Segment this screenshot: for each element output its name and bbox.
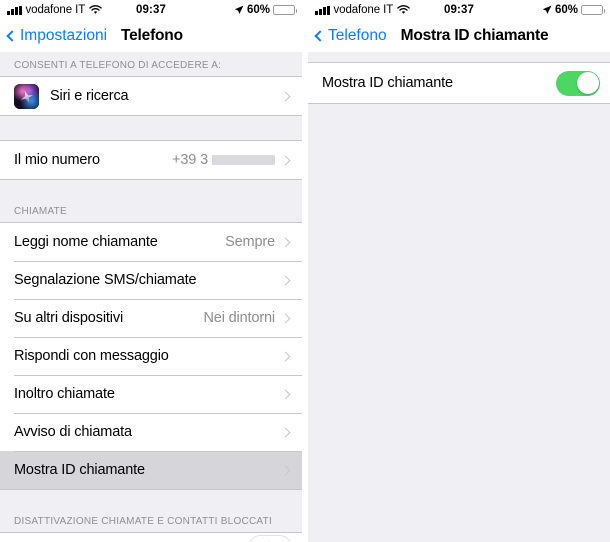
settings-row-segnalazione-sms-chiamate[interactable]: Segnalazione SMS/chiamate (0, 261, 302, 299)
row-label: Mostra ID chiamante (14, 462, 145, 478)
row-label: Siri e ricerca (50, 88, 129, 104)
battery-icon (581, 5, 605, 15)
settings-row-mostra-id-chiamante[interactable]: Mostra ID chiamante (0, 451, 302, 489)
toggle-switch-off[interactable] (248, 535, 292, 542)
row-value-phone-number: +39 3 (172, 152, 275, 168)
redaction-bar (212, 155, 275, 165)
row-label: Mostra ID chiamante (322, 75, 453, 91)
page-title: Mostra ID chiamante (400, 27, 549, 44)
status-bar-right-group: 60% (234, 0, 297, 20)
settings-list-right: Mostra ID chiamante (308, 52, 610, 542)
chevron-right-icon (280, 275, 291, 285)
chevron-right-icon (280, 155, 291, 165)
chevron-right-icon (280, 351, 291, 361)
chevron-right-icon (280, 91, 291, 101)
left-phone-screen: vodafone IT 09:37 60% Impostazioni Telef… (0, 0, 305, 542)
chevron-right-icon (280, 313, 291, 323)
settings-group-numero: Il mio numero +39 3 (0, 140, 302, 180)
battery-percent-label: 60% (246, 4, 270, 16)
settings-group-disattivazione (0, 532, 302, 542)
row-label: Avviso di chiamata (14, 424, 132, 440)
back-button-telefono[interactable]: Telefono (314, 27, 387, 45)
battery-percent-label: 60% (554, 4, 578, 16)
section-header-chiamate: CHIAMATE (14, 206, 67, 217)
chevron-right-icon (280, 465, 291, 475)
siri-icon (14, 83, 39, 109)
settings-row-inoltro-chiamate[interactable]: Inoltro chiamate (0, 375, 302, 413)
chevron-left-icon (314, 30, 326, 42)
row-label: Inoltro chiamate (14, 386, 115, 402)
phone-number-prefix: +39 3 (172, 152, 208, 168)
dual-screenshot-container: vodafone IT 09:37 60% Impostazioni Telef… (0, 0, 610, 542)
row-label: Il mio numero (14, 152, 100, 168)
status-bar-right-group: 60% (542, 0, 605, 20)
right-phone-screen: vodafone IT 09:37 60% Telefono Mostra ID… (305, 0, 610, 542)
back-button-label: Telefono (328, 27, 387, 44)
row-label: Segnalazione SMS/chiamate (14, 272, 197, 288)
battery-icon (273, 5, 297, 15)
settings-group-siri: Siri e ricerca (0, 76, 302, 116)
nav-bar-left: Impostazioni Telefono (0, 20, 302, 52)
settings-row-partial-toggle[interactable] (0, 533, 302, 542)
nav-bar-right: Telefono Mostra ID chiamante (308, 20, 610, 52)
row-value: Nei dintorni (203, 310, 275, 326)
settings-group-chiamate: Leggi nome chiamante Sempre Segnalazione… (0, 222, 302, 490)
row-label: Leggi nome chiamante (14, 234, 158, 250)
row-label: Rispondi con messaggio (14, 348, 169, 364)
chevron-right-icon (280, 389, 291, 399)
settings-group-mostra-id: Mostra ID chiamante (308, 62, 610, 104)
settings-row-siri-e-ricerca[interactable]: Siri e ricerca (0, 77, 302, 115)
section-header-disattivazione: DISATTIVAZIONE CHIAMATE E CONTATTI BLOCC… (14, 516, 272, 527)
top-spacer (308, 52, 610, 62)
back-button-impostazioni[interactable]: Impostazioni (6, 27, 108, 45)
location-arrow-icon (234, 5, 244, 14)
chevron-right-icon (280, 427, 291, 437)
settings-row-il-mio-numero[interactable]: Il mio numero +39 3 (0, 141, 302, 179)
settings-row-avviso-di-chiamata[interactable]: Avviso di chiamata (0, 413, 302, 451)
settings-row-rispondi-con-messaggio[interactable]: Rispondi con messaggio (0, 337, 302, 375)
row-label: Su altri dispositivi (14, 310, 124, 326)
location-arrow-icon (542, 5, 552, 14)
status-bar-left: vodafone IT 09:37 60% (0, 0, 302, 20)
settings-row-mostra-id-chiamante-toggle[interactable]: Mostra ID chiamante (308, 63, 610, 103)
settings-row-su-altri-dispositivi[interactable]: Su altri dispositivi Nei dintorni (0, 299, 302, 337)
settings-list-left: CONSENTI A TELEFONO DI ACCEDERE A: Siri … (0, 52, 302, 542)
back-button-label: Impostazioni (20, 27, 108, 44)
status-bar-right: vodafone IT 09:37 60% (308, 0, 610, 20)
toggle-switch-mostra-id-chiamante[interactable] (556, 70, 600, 96)
page-title: Telefono (121, 27, 183, 44)
settings-row-leggi-nome-chiamante[interactable]: Leggi nome chiamante Sempre (0, 223, 302, 261)
section-header-consenti: CONSENTI A TELEFONO DI ACCEDERE A: (14, 60, 222, 71)
row-value: Sempre (225, 234, 275, 250)
chevron-right-icon (280, 237, 291, 247)
chevron-left-icon (6, 30, 18, 42)
